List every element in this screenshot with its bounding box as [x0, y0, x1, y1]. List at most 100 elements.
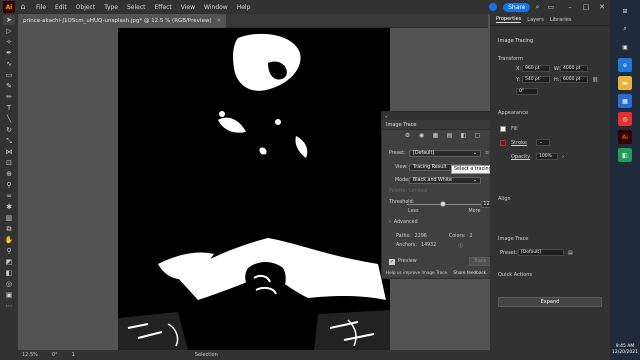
x-input[interactable]: 960 pt — [522, 65, 550, 72]
line-tool-icon[interactable]: ╲ — [3, 114, 15, 124]
advanced-toggle[interactable]: › Advanced — [389, 220, 418, 225]
hand-tool-icon[interactable]: ✋ — [3, 235, 15, 245]
outline-icon[interactable]: ▢ — [473, 132, 482, 139]
scale-tool-icon[interactable]: ⤡ — [3, 136, 15, 146]
search-icon[interactable]: ⌕ — [618, 22, 632, 36]
paintbrush-tool-icon[interactable]: ✎ — [3, 81, 15, 91]
maximize-icon[interactable]: □ — [578, 3, 594, 11]
trace-button[interactable]: Trace — [468, 257, 492, 266]
image-trace-panel: « ✕ Image Trace ⚙ ◉ ▦ ▤ ◧ ▢ Preset: [Def… — [381, 111, 498, 279]
stroke-label[interactable]: Stroke — [511, 140, 527, 146]
more-tools-icon[interactable]: ⋯ — [3, 301, 15, 311]
preset-menu-icon[interactable]: ≡ — [485, 151, 489, 156]
fill-stroke-icon[interactable]: ◩ — [3, 257, 15, 267]
menu-type[interactable]: Type — [104, 4, 118, 11]
drawing-mode-icon[interactable]: ◎ — [3, 279, 15, 289]
stroke-weight-input[interactable]: ⌄ — [536, 139, 550, 146]
system-clock[interactable]: 9:45 AM 12/20/2021 — [610, 344, 640, 356]
preset-select[interactable]: [Default] ⌄ — [409, 150, 481, 157]
share-feedback-link[interactable]: Share feedback. — [453, 270, 487, 275]
width-tool-icon[interactable]: ⋈ — [3, 147, 15, 157]
fill-swatch[interactable] — [500, 126, 506, 132]
menu-file[interactable]: File — [36, 4, 46, 11]
store-icon[interactable]: ▦ — [618, 94, 632, 108]
rectangle-tool-icon[interactable]: ▭ — [3, 70, 15, 80]
minimize-icon[interactable]: – — [562, 3, 578, 11]
h-input[interactable]: 6000 pt — [560, 76, 588, 83]
stroke-swatch[interactable] — [500, 140, 506, 146]
illustrator-taskbar-icon[interactable]: Ai — [618, 130, 632, 144]
menu-edit[interactable]: Edit — [55, 4, 67, 11]
magic-wand-tool-icon[interactable]: ✧ — [3, 37, 15, 47]
free-transform-tool-icon[interactable]: ⊡ — [3, 158, 15, 168]
threshold-slider-handle[interactable] — [440, 201, 446, 207]
zoom-tool-icon[interactable]: ⚲ — [3, 246, 15, 256]
menu-select[interactable]: Select — [127, 4, 146, 11]
start-icon[interactable]: ⊞ — [618, 4, 632, 18]
graph-tool-icon[interactable]: ▥ — [3, 213, 15, 223]
constrain-proportions-icon[interactable]: ⛓ — [592, 77, 598, 83]
black-white-icon[interactable]: ◧ — [459, 132, 468, 139]
props-preset-select[interactable]: [Default] — [518, 249, 564, 256]
shape-builder-tool-icon[interactable]: ⊕ — [3, 169, 15, 179]
clock-date: 12/20/2021 — [612, 350, 638, 355]
eyedropper-tool-icon[interactable]: ⚲ — [3, 180, 15, 190]
search-icon[interactable]: ⌕ — [535, 3, 539, 12]
artboard-tool-icon[interactable]: ⧉ — [3, 224, 15, 234]
workspace-icon[interactable]: ▭ — [547, 3, 554, 11]
w-input[interactable]: 4000 pt — [560, 65, 588, 72]
edge-icon[interactable]: e — [618, 58, 632, 72]
rotate-tool-icon[interactable]: ↻ — [3, 125, 15, 135]
opacity-label[interactable]: Opacity — [511, 154, 530, 160]
traced-image-artboard[interactable] — [118, 28, 390, 350]
color-mode-icon[interactable]: ◧ — [3, 268, 15, 278]
tab-libraries[interactable]: Libraries — [550, 17, 572, 23]
task-view-icon[interactable]: ▣ — [618, 40, 632, 54]
close-tab-icon[interactable]: ✕ — [216, 18, 221, 24]
paths-stat: Paths: 2296 Colors: 2 — [396, 234, 473, 239]
artboard-number[interactable]: 1 — [72, 352, 75, 358]
high-color-icon[interactable]: ◉ — [417, 132, 426, 139]
home-icon[interactable]: ⌂ — [18, 2, 28, 12]
collapse-icon[interactable]: « — [385, 114, 387, 119]
chevron-right-icon[interactable]: › — [562, 154, 564, 160]
zoom-level[interactable]: 12.5% — [22, 352, 38, 358]
menu-effect[interactable]: Effect — [155, 4, 172, 11]
trace-panel-icon[interactable]: ▤ — [568, 250, 573, 256]
pencil-tool-icon[interactable]: ✏ — [3, 92, 15, 102]
document-tab[interactable]: prince-akachi-J1OScm_uHUQ-unsplash.jpg* … — [18, 14, 227, 28]
menu-window[interactable]: Window — [204, 4, 228, 11]
blend-tool-icon[interactable]: ∞ — [3, 191, 15, 201]
account-avatar[interactable] — [489, 3, 498, 11]
close-icon[interactable]: ✕ — [594, 3, 610, 11]
menu-view[interactable]: View — [181, 4, 195, 11]
menu-object[interactable]: Object — [76, 4, 96, 11]
tab-properties[interactable]: Properties — [496, 16, 522, 23]
colors-value: 2 — [469, 234, 473, 239]
direct-selection-tool-icon[interactable]: ▷ — [3, 26, 15, 36]
panel-drag-bar[interactable]: « ✕ — [382, 112, 497, 120]
symbol-sprayer-tool-icon[interactable]: ✱ — [3, 202, 15, 212]
expand-button[interactable]: Expand — [498, 297, 602, 307]
grayscale-icon[interactable]: ▤ — [445, 132, 454, 139]
chrome-icon[interactable]: ◎ — [618, 112, 632, 126]
low-color-icon[interactable]: ▦ — [431, 132, 440, 139]
auto-color-icon[interactable]: ⚙ — [403, 132, 412, 139]
preview-checkbox[interactable]: ✓ — [389, 258, 395, 265]
y-input[interactable]: 540 pt — [522, 76, 550, 83]
screen-mode-icon[interactable]: ▣ — [3, 290, 15, 300]
file-explorer-icon[interactable]: ▬ — [618, 76, 632, 90]
pen-tool-icon[interactable]: ✒ — [3, 48, 15, 58]
selection-tool-icon[interactable]: ➤ — [3, 15, 15, 25]
rotation-value[interactable]: 0° — [52, 352, 58, 358]
opacity-input[interactable]: 100% — [536, 153, 558, 160]
rotate-input[interactable]: 0° — [516, 88, 538, 95]
mode-select[interactable]: Black and White ⌄ — [409, 177, 481, 184]
curvature-tool-icon[interactable]: ∿ — [3, 59, 15, 69]
tab-layers[interactable]: Layers — [527, 17, 544, 23]
menu-help[interactable]: Help — [237, 4, 251, 11]
share-button[interactable]: Share — [503, 2, 531, 12]
app-icon[interactable]: ◧ — [618, 148, 632, 162]
mode-row: Mode: Black and White ⌄ — [389, 177, 481, 184]
type-tool-icon[interactable]: T — [3, 103, 15, 113]
